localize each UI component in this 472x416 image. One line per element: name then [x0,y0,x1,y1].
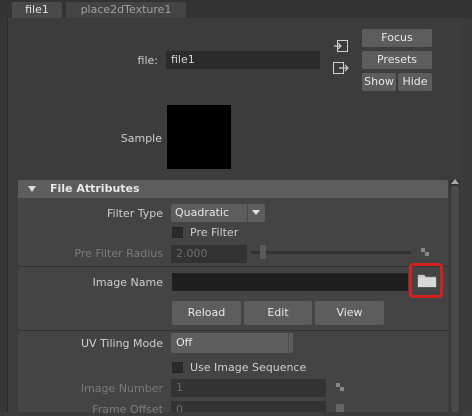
attribute-scrollbar-thumb[interactable] [451,186,459,412]
panel-scrollbar[interactable] [462,18,472,412]
use-image-sequence-checkbox[interactable] [172,362,183,373]
pre-filter-radius-field[interactable]: 2.000 [171,245,247,263]
chevron-down-icon [252,210,260,215]
image-number-field[interactable]: 1 [171,379,326,397]
pre-filter-checkbox[interactable] [172,227,183,238]
filter-type-dropdown[interactable]: Quadratic [171,204,265,222]
collapse-triangle-icon[interactable] [28,186,36,192]
tab-file1[interactable]: file1 [12,2,62,18]
map-button-icon[interactable] [421,248,429,256]
map-button-icon[interactable] [336,383,344,391]
file-attributes-header[interactable]: File Attributes [18,180,448,198]
uv-tiling-mode-value: Off [176,336,193,349]
uv-tiling-mode-label: UV Tiling Mode [80,337,163,350]
image-name-field[interactable] [172,273,408,291]
filter-type-value: Quadratic [175,206,230,219]
pre-filter-label: Pre Filter [190,226,239,239]
filter-type-label: Filter Type [106,207,163,220]
show-button[interactable]: Show [362,73,396,91]
pre-filter-radius-label: Pre Filter Radius [74,247,163,260]
output-connection-icon[interactable] [333,62,349,74]
frame-offset-label: Frame Offset [92,403,163,416]
file-node-name-field[interactable]: file1 [166,51,320,69]
pre-filter-radius-slider-track[interactable] [251,251,411,254]
uv-tiling-mode-dropdown[interactable]: Off [171,333,293,353]
focus-button[interactable]: Focus [362,29,432,47]
divider [18,330,448,331]
file-node-label: file: [137,54,158,67]
input-connection-icon[interactable] [333,40,349,52]
frame-offset-field[interactable]: 0 [171,401,326,412]
image-name-label: Image Name [92,276,163,289]
tab-place2dtexture1[interactable]: place2dTexture1 [66,2,186,18]
dropdown-separator [247,204,248,222]
use-image-sequence-label: Use Image Sequence [190,361,307,374]
map-button-icon[interactable] [336,404,344,412]
folder-browse-icon[interactable] [417,272,437,288]
sample-label: Sample [120,132,162,145]
divider [18,266,448,267]
reload-button[interactable]: Reload [172,301,241,325]
left-rail [0,18,7,412]
edit-button[interactable]: Edit [244,301,312,325]
sample-swatch [167,105,231,169]
pre-filter-radius-slider-handle[interactable] [259,245,266,259]
view-button[interactable]: View [315,301,384,325]
image-number-label: Image Number [80,382,163,395]
presets-button[interactable]: Presets [362,51,432,69]
left-rail-divider [7,18,8,412]
dropdown-separator [288,333,289,353]
hide-button[interactable]: Hide [398,73,432,91]
scroll-up-arrow-icon[interactable] [451,179,459,184]
